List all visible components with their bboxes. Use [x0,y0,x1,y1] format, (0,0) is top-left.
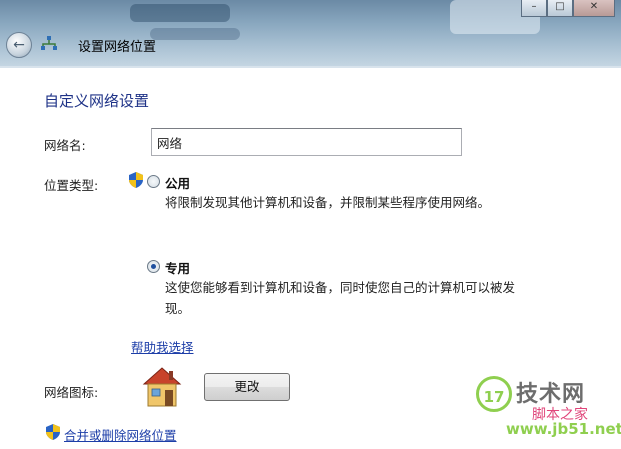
watermark: 17 技术网 脚本之家 www.jb51.net [476,376,621,442]
private-radio[interactable] [147,260,160,273]
public-radio[interactable] [147,175,160,188]
private-option-label: 专用 [165,261,191,276]
house-icon [142,367,182,407]
watermark-badge: 17 [476,376,512,412]
public-option-label: 公用 [165,176,191,191]
network-name-label: 网络名: [44,138,86,153]
change-button[interactable]: 更改 [204,373,290,401]
merge-delete-location-link[interactable]: 合并或删除网络位置 [64,425,177,444]
uac-shield-icon [129,172,143,188]
background-window-glimpse [130,4,230,22]
divider [0,66,621,68]
window-controls: – □ ✕ [521,0,615,17]
page-heading: 自定义网络设置 [44,92,150,110]
network-icon-label: 网络图标: [44,385,99,400]
public-option-description: 将限制发现其他计算机和设备，并限制某些程序使用网络。 [165,195,491,210]
network-icon [41,36,57,50]
uac-shield-icon [46,424,60,440]
back-arrow-icon: ← [13,37,25,53]
breadcrumb-title: 设置网络位置 [78,40,157,55]
background-window-glimpse [150,28,240,40]
back-button[interactable]: ← [6,32,32,58]
window-titlebar: – □ ✕ ← 设置网络位置 [0,0,621,66]
network-name-field[interactable]: 网络 [151,128,462,156]
private-option-description-cont: 现。 [165,301,191,316]
watermark-url: www.jb51.net [506,420,621,438]
minimize-button[interactable]: – [521,0,547,17]
private-option-description: 这使您能够看到计算机和设备，同时使您自己的计算机可以被发 [165,280,516,295]
maximize-button[interactable]: □ [547,0,573,17]
close-button[interactable]: ✕ [573,0,615,17]
help-me-choose-link[interactable]: 帮助我选择 [131,337,194,356]
location-type-label: 位置类型: [44,178,99,193]
